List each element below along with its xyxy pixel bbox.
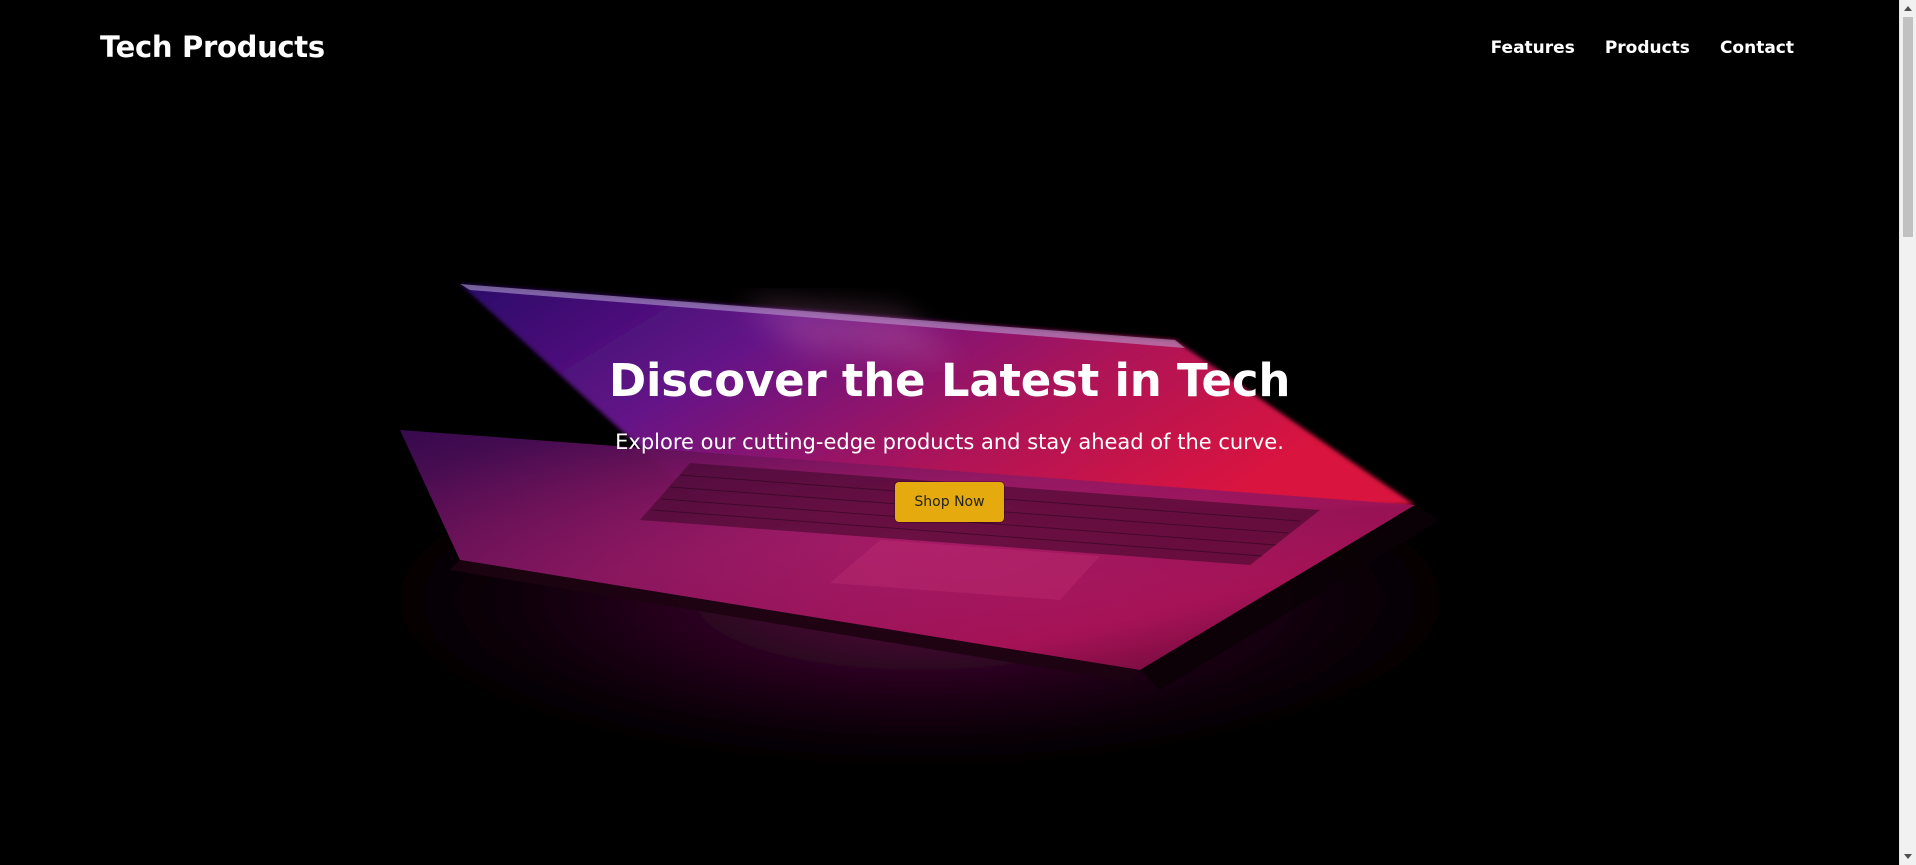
vertical-scrollbar[interactable] [1899,0,1916,865]
navbar: Tech Products Features Products Contact [0,0,1899,100]
scrollbar-thumb[interactable] [1903,17,1913,237]
nav-link-features[interactable]: Features [1491,38,1575,58]
hero-subtitle: Explore our cutting-edge products and st… [615,430,1284,454]
nav-link-contact[interactable]: Contact [1720,38,1794,58]
shop-now-button[interactable]: Shop Now [895,482,1004,522]
brand-logo[interactable]: Tech Products [100,30,325,64]
scroll-down-icon[interactable] [1904,854,1912,859]
viewport: Tech Products Features Products Contact … [0,0,1899,865]
nav-link-products[interactable]: Products [1605,38,1690,58]
scroll-up-icon[interactable] [1904,6,1912,11]
nav-links: Features Products Contact [1491,38,1794,58]
page: Tech Products Features Products Contact … [0,0,1916,865]
hero-section: Discover the Latest in Tech Explore our … [0,0,1899,865]
hero-title: Discover the Latest in Tech [608,354,1291,407]
